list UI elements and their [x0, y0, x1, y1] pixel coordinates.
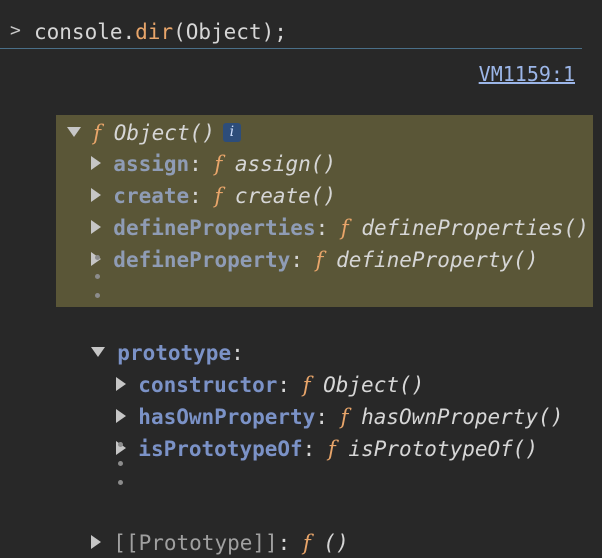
tree-item-constructor[interactable]: constructor: f Object() [91, 340, 424, 397]
ellipsis-dot-icon [95, 274, 100, 279]
property-colon: : [302, 437, 316, 461]
collapse-triangle-icon[interactable] [91, 535, 102, 549]
property-key: isPrototypeOf [138, 437, 303, 461]
tree-item-defineProperties[interactable]: defineProperties: f defineProperties() [66, 183, 589, 240]
function-symbol: f [315, 248, 324, 272]
tree-item-create[interactable]: create: f create() [66, 151, 336, 208]
function-symbol: f [302, 531, 311, 555]
tree-item-internal-prototype[interactable]: [[Prototype]]: f () [66, 498, 349, 555]
function-symbol: f [327, 437, 336, 461]
property-key: defineProperty [113, 248, 291, 272]
tree-item-defineProperty[interactable]: defineProperty: f defineProperty() [66, 215, 538, 272]
source-location-link[interactable]: VM1159:1 [479, 62, 575, 86]
tree-item-isPrototypeOf[interactable]: isPrototypeOf: f isPrototypeOf() [91, 404, 538, 461]
ellipsis-dot-icon [118, 442, 123, 447]
prompt-chevron-icon: > [10, 20, 21, 41]
tree-item-assign[interactable]: assign: f assign() [66, 119, 336, 176]
ellipsis-dot-icon [95, 255, 100, 260]
property-key: [[Prototype]] [113, 531, 278, 555]
function-signature: isPrototypeOf() [348, 437, 539, 461]
ellipsis-dot-icon [118, 480, 123, 485]
ellipsis-dot-icon [118, 461, 123, 466]
function-signature: () [323, 531, 349, 555]
function-signature: defineProperty() [336, 248, 539, 272]
property-colon: : [277, 531, 291, 555]
tree-item-prototype[interactable]: prototype: [66, 308, 244, 365]
console-command: console.dir(Object); [34, 20, 287, 44]
object-root-row[interactable]: f Object() i [42, 88, 241, 145]
command-suffix: (Object); [173, 20, 287, 44]
command-prefix: console. [34, 20, 136, 44]
command-method: dir [135, 20, 174, 44]
console-input-line[interactable]: > console.dir(Object); [0, 16, 582, 49]
ellipsis-dot-icon [95, 293, 100, 298]
property-colon: : [290, 248, 303, 272]
tree-item-hasOwnProperty[interactable]: hasOwnProperty: f hasOwnProperty() [91, 372, 563, 429]
